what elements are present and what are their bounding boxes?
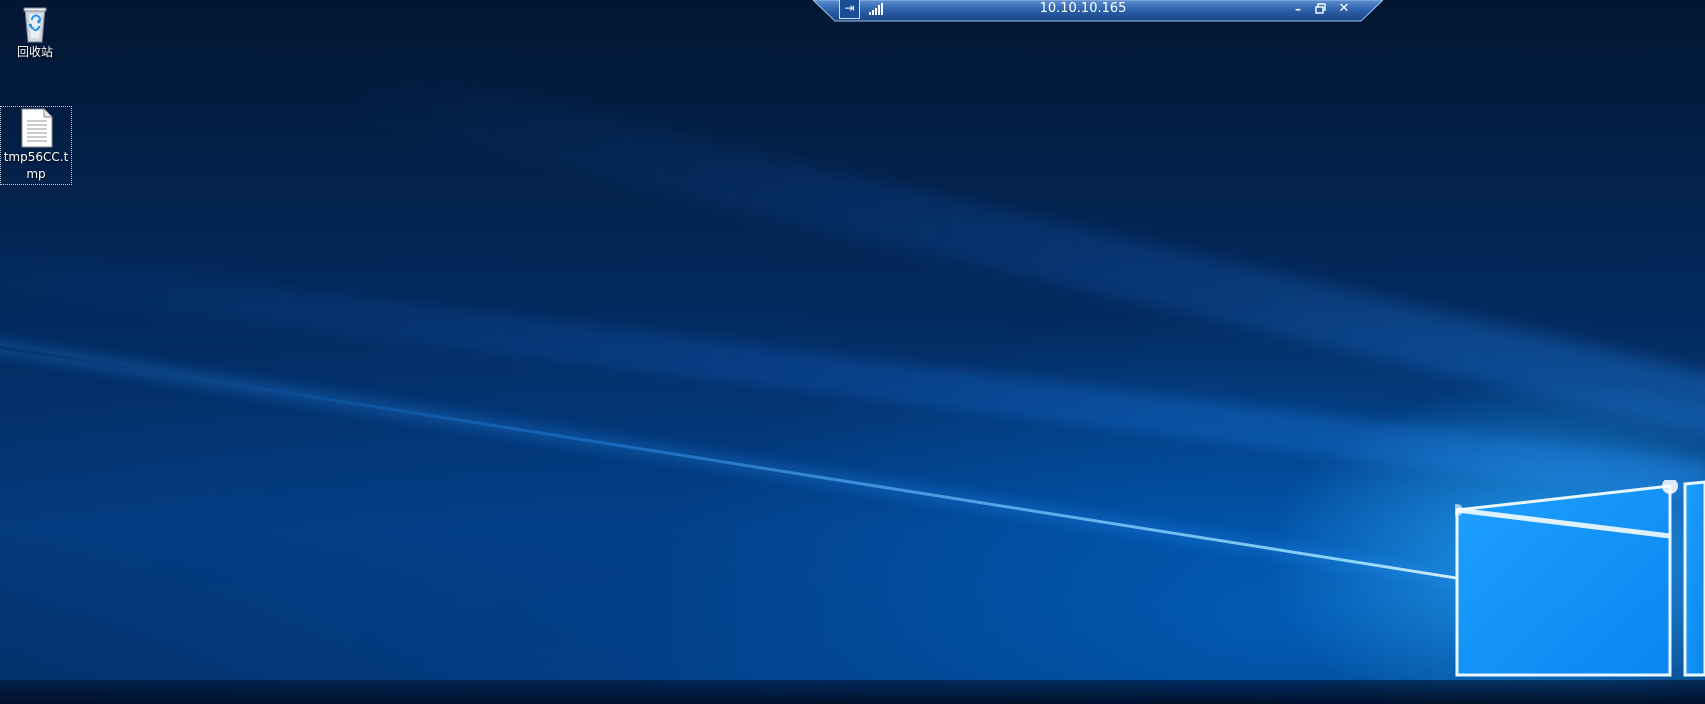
desktop-icon-tmp-file[interactable]: tmp56CC.tmp	[0, 106, 72, 185]
desktop-icon-recycle-bin[interactable]: 回收站	[0, 2, 70, 61]
connection-bar-title: 10.10.10.165	[1039, 1, 1127, 16]
tmp-file-label: tmp56CC.tmp	[3, 150, 69, 181]
restore-icon	[1315, 3, 1326, 14]
desktop[interactable]: 回收站 tmp56CC.tmp ⇥ 10.10.10.165 – ✕	[0, 0, 1705, 704]
wallpaper-light-beam	[0, 330, 1481, 584]
file-icon	[21, 108, 53, 148]
wallpaper-light-beam	[0, 240, 1705, 502]
close-icon: ✕	[1338, 1, 1350, 16]
recycle-bin-label: 回收站	[16, 45, 53, 59]
windows-logo-wallpaper	[1455, 480, 1705, 677]
minimize-icon: –	[1295, 2, 1301, 16]
pin-icon: ⇥	[844, 1, 855, 15]
recycle-bin-icon	[23, 7, 47, 43]
restore-button[interactable]	[1312, 1, 1330, 17]
wallpaper-light-beam	[343, 60, 1705, 457]
connection-quality-icon[interactable]	[869, 3, 883, 15]
pin-connection-bar-button[interactable]: ⇥	[839, 0, 860, 19]
close-button[interactable]: ✕	[1335, 1, 1353, 17]
wallpaper-floor-shadow	[0, 680, 1705, 704]
remote-desktop-connection-bar[interactable]: ⇥ 10.10.10.165 – ✕	[813, 0, 1383, 22]
minimize-button[interactable]: –	[1289, 1, 1307, 17]
